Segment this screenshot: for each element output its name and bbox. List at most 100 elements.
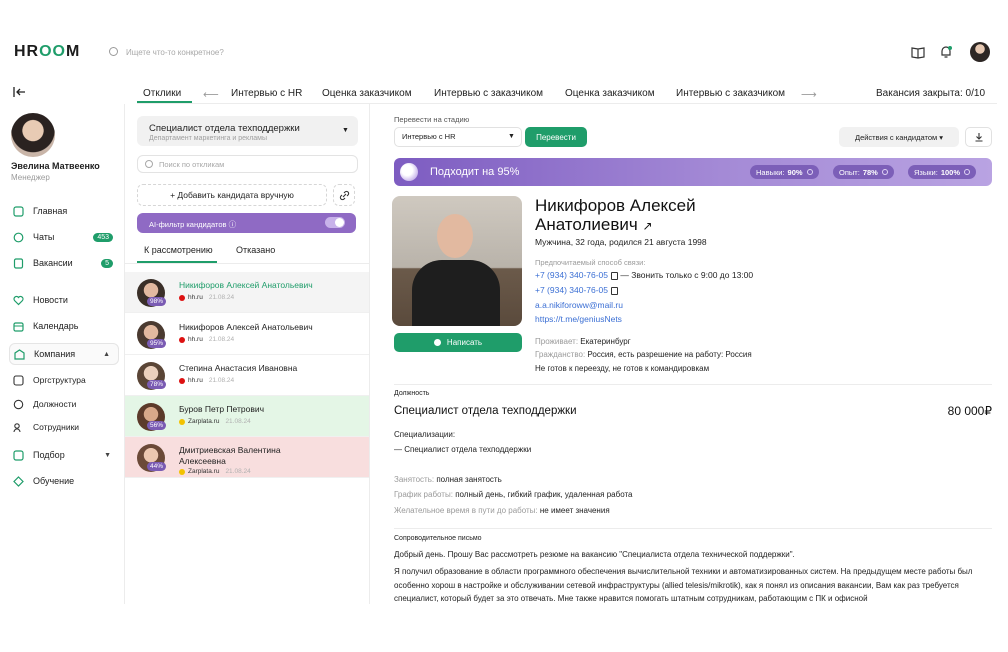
- sidebar-item-recruitment[interactable]: Подбор ▼: [9, 444, 119, 466]
- book-icon[interactable]: [911, 45, 925, 59]
- commute-row: Желательное время в пути до работы: не и…: [394, 506, 610, 515]
- tabs-right-arrow-icon[interactable]: ⟶: [801, 88, 817, 101]
- add-candidate-button[interactable]: + Добавить кандидата вручную: [137, 184, 327, 206]
- name-line-2-wrap: Анатолиевич ↗: [535, 215, 795, 236]
- candidate-row[interactable]: 95% Никифоров Алексей Анатольевич hh.ru 21.…: [125, 314, 369, 355]
- zarplata-icon: [179, 418, 185, 425]
- salary: 80 000₽: [947, 404, 992, 418]
- candidate-demographics: Мужчина, 32 года, родился 21 августа 199…: [535, 237, 707, 247]
- link-icon: [339, 190, 350, 201]
- vacancy-closed-counter: Вакансия закрыта: 0/10: [876, 88, 986, 99]
- profile-avatar[interactable]: [11, 113, 55, 157]
- candidate-name: Дмитриевская Валентина Алексеевна: [179, 445, 281, 466]
- skills-score-pill[interactable]: Навыки: 90%: [750, 165, 819, 179]
- caret-down-icon: ▼: [508, 133, 515, 140]
- zarplata-icon: [179, 468, 185, 475]
- phone-2-link[interactable]: +7 (934) 340-76-05: [535, 285, 608, 295]
- user-avatar[interactable]: [970, 42, 990, 62]
- experience-score-pill[interactable]: Опыт: 78%: [833, 165, 894, 179]
- caret-down-icon: ▼: [342, 127, 349, 134]
- candidate-actions-button[interactable]: Действия с кандидатом ▾: [839, 127, 959, 147]
- telegram-link[interactable]: https://t.me/geniusNets: [535, 314, 622, 324]
- photo-shirt: [412, 260, 500, 326]
- sidebar-item-company[interactable]: Компания ▲: [9, 343, 119, 365]
- candidate-row[interactable]: 56% Буров Петр Петрович Zarplata.ru 21.08.2…: [125, 396, 369, 437]
- lives-row: Проживает: Екатеринбург: [535, 337, 631, 346]
- column-divider: [369, 104, 370, 604]
- copy-icon[interactable]: [611, 271, 619, 280]
- commute-value: не имеет значения: [539, 506, 610, 515]
- link-button[interactable]: [333, 184, 355, 206]
- external-link-icon[interactable]: ↗: [642, 219, 652, 233]
- match-percent-badge: 56%: [147, 421, 167, 430]
- response-date: 21.08.24: [208, 336, 235, 343]
- citizenship-label: Гражданство:: [535, 350, 586, 359]
- heart-icon: [13, 295, 24, 305]
- sidebar-item-orgstructure[interactable]: Оргструктура: [9, 369, 119, 391]
- source-label: Zarplata.ru: [188, 468, 220, 475]
- ai-filter-toggle[interactable]: [325, 217, 345, 228]
- candidate-photo: [392, 196, 522, 326]
- copy-icon[interactable]: [611, 286, 619, 295]
- cover-letter-body: Я получил образование в области программ…: [394, 567, 973, 603]
- sidebar-item-education[interactable]: Обучение: [9, 470, 119, 492]
- candidate-name: Степина Анастасия Ивановна: [179, 363, 298, 373]
- download-button[interactable]: [965, 127, 992, 147]
- source-label: hh.ru: [188, 377, 203, 384]
- name-line-2: Анатолиевич: [535, 215, 638, 234]
- hroom-logo[interactable]: HROOM: [14, 43, 80, 61]
- collapse-back-icon[interactable]: [13, 86, 27, 98]
- subtab-review[interactable]: К рассмотрению: [144, 245, 213, 255]
- hh-icon: [179, 377, 185, 384]
- move-button[interactable]: Перевести: [525, 127, 587, 147]
- sidebar-item-news[interactable]: Новости: [9, 289, 119, 311]
- phone-1-link[interactable]: +7 (934) 340-76-05: [535, 270, 608, 280]
- chats-count-badge: 453: [93, 232, 113, 242]
- skills-label: Навыки:: [756, 167, 785, 177]
- position-title: Специалист отдела техподдержки: [394, 405, 577, 417]
- profile-role: Менеджер: [11, 173, 50, 182]
- profile-name: Эвелина Матвеенко: [11, 161, 100, 171]
- global-search-input[interactable]: [126, 45, 386, 59]
- sidebar-item-employees[interactable]: Сотрудники: [9, 416, 119, 438]
- candidate-row[interactable]: 44% Дмитриевская Валентина Алексеевна Zarp…: [125, 437, 369, 478]
- lives-value: Екатеринбург: [580, 337, 631, 346]
- lives-label: Проживает:: [535, 337, 579, 346]
- candidate-source: hh.ru 21.08.24: [179, 294, 234, 301]
- sidebar-item-positions[interactable]: Должности: [9, 393, 119, 415]
- relocation-text: Не готов к переезду, не готов к командир…: [535, 364, 710, 373]
- bell-icon[interactable]: [939, 45, 953, 59]
- match-percent-badge: 95%: [147, 339, 167, 348]
- specialization-value: — Специалист отдела техподдержки: [394, 445, 532, 454]
- cover-letter-label: Сопроводительное письмо: [394, 535, 482, 542]
- top-header: [0, 0, 1008, 70]
- candidate-row[interactable]: 78% Степина Анастасия Ивановна hh.ru 21.08.…: [125, 355, 369, 396]
- tab-hr-interview[interactable]: Интервью с HR: [231, 88, 302, 99]
- sidebar-item-home[interactable]: Главная: [9, 200, 119, 222]
- sidebar-item-chats[interactable]: Чаты 453: [9, 226, 119, 248]
- write-label: Написать: [446, 338, 483, 347]
- tabs-left-arrow-icon[interactable]: ⟵: [203, 88, 219, 101]
- sidebar-item-calendar[interactable]: Календарь: [9, 315, 119, 337]
- email-link[interactable]: a.a.nikiforoww@mail.ru: [535, 300, 623, 310]
- cover-letter-greeting: Добрый день. Прошу Вас рассмотреть резюм…: [394, 550, 795, 559]
- sidebar-item-vacancies[interactable]: Вакансии 5: [9, 252, 119, 274]
- languages-score-pill[interactable]: Языки: 100%: [908, 165, 976, 179]
- tab-client-review[interactable]: Оценка заказчиком: [322, 88, 412, 99]
- candidate-row[interactable]: 98% Никифоров Алексей Анатольевич hh.ru 21.…: [125, 272, 369, 313]
- source-label: hh.ru: [188, 294, 203, 301]
- experience-label: Опыт:: [839, 167, 860, 177]
- candidate-search-input[interactable]: [159, 158, 349, 170]
- home-icon: [13, 205, 24, 217]
- tab-client-interview-2[interactable]: Интервью с заказчиком: [676, 88, 785, 99]
- education-icon: [13, 475, 24, 487]
- schedule-value: полный день, гибкий график, удаленная ра…: [455, 490, 633, 499]
- tab-client-review-2[interactable]: Оценка заказчиком: [565, 88, 655, 99]
- chevron-down-icon: ▼: [104, 451, 111, 459]
- subtab-rejected[interactable]: Отказано: [236, 245, 275, 255]
- calendar-icon: [13, 321, 24, 332]
- write-message-button[interactable]: Написать: [394, 333, 522, 352]
- search-icon: [109, 47, 118, 56]
- tab-client-interview[interactable]: Интервью с заказчиком: [434, 88, 543, 99]
- tab-responses[interactable]: Отклики: [143, 88, 181, 99]
